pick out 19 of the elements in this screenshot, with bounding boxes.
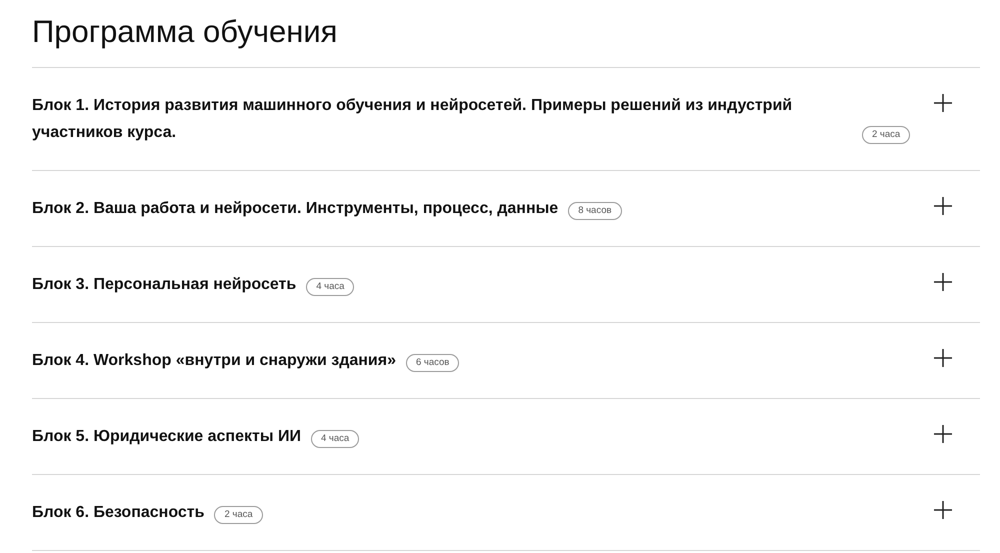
block-title[interactable]: Блок 3. Персональная нейросеть bbox=[32, 271, 296, 298]
plus-icon[interactable] bbox=[934, 94, 952, 112]
block-title[interactable]: Блок 1. История развития машинного обучения и нейросетей. Примеры решений из индустрий участников курса. bbox=[32, 92, 852, 146]
block-title[interactable]: Блок 5. Юридические аспекты ИИ bbox=[32, 423, 301, 450]
plus-icon[interactable] bbox=[934, 425, 952, 443]
duration-badge: 6 часов bbox=[406, 354, 460, 372]
plus-icon[interactable] bbox=[934, 273, 952, 291]
duration-badge: 4 часа bbox=[310, 430, 360, 448]
plus-icon[interactable] bbox=[934, 501, 952, 519]
block-title[interactable]: Блок 6. Безопасность bbox=[32, 499, 204, 526]
duration-badge: 2 часа bbox=[214, 506, 263, 524]
duration-badge: 4 часа bbox=[306, 278, 354, 296]
plus-icon[interactable] bbox=[934, 197, 952, 215]
section-title: Программа обучения bbox=[32, 13, 338, 51]
duration-badge: 8 часов bbox=[568, 202, 622, 220]
duration-badge: 2 часа bbox=[862, 126, 910, 144]
plus-icon[interactable] bbox=[934, 349, 952, 367]
block-title[interactable]: Блок 2. Ваша работа и нейросети. Инструменты, процесс, данные bbox=[32, 195, 558, 222]
block-title[interactable]: Блок 4. Workshop «внутри и снаружи здания» bbox=[32, 347, 396, 374]
